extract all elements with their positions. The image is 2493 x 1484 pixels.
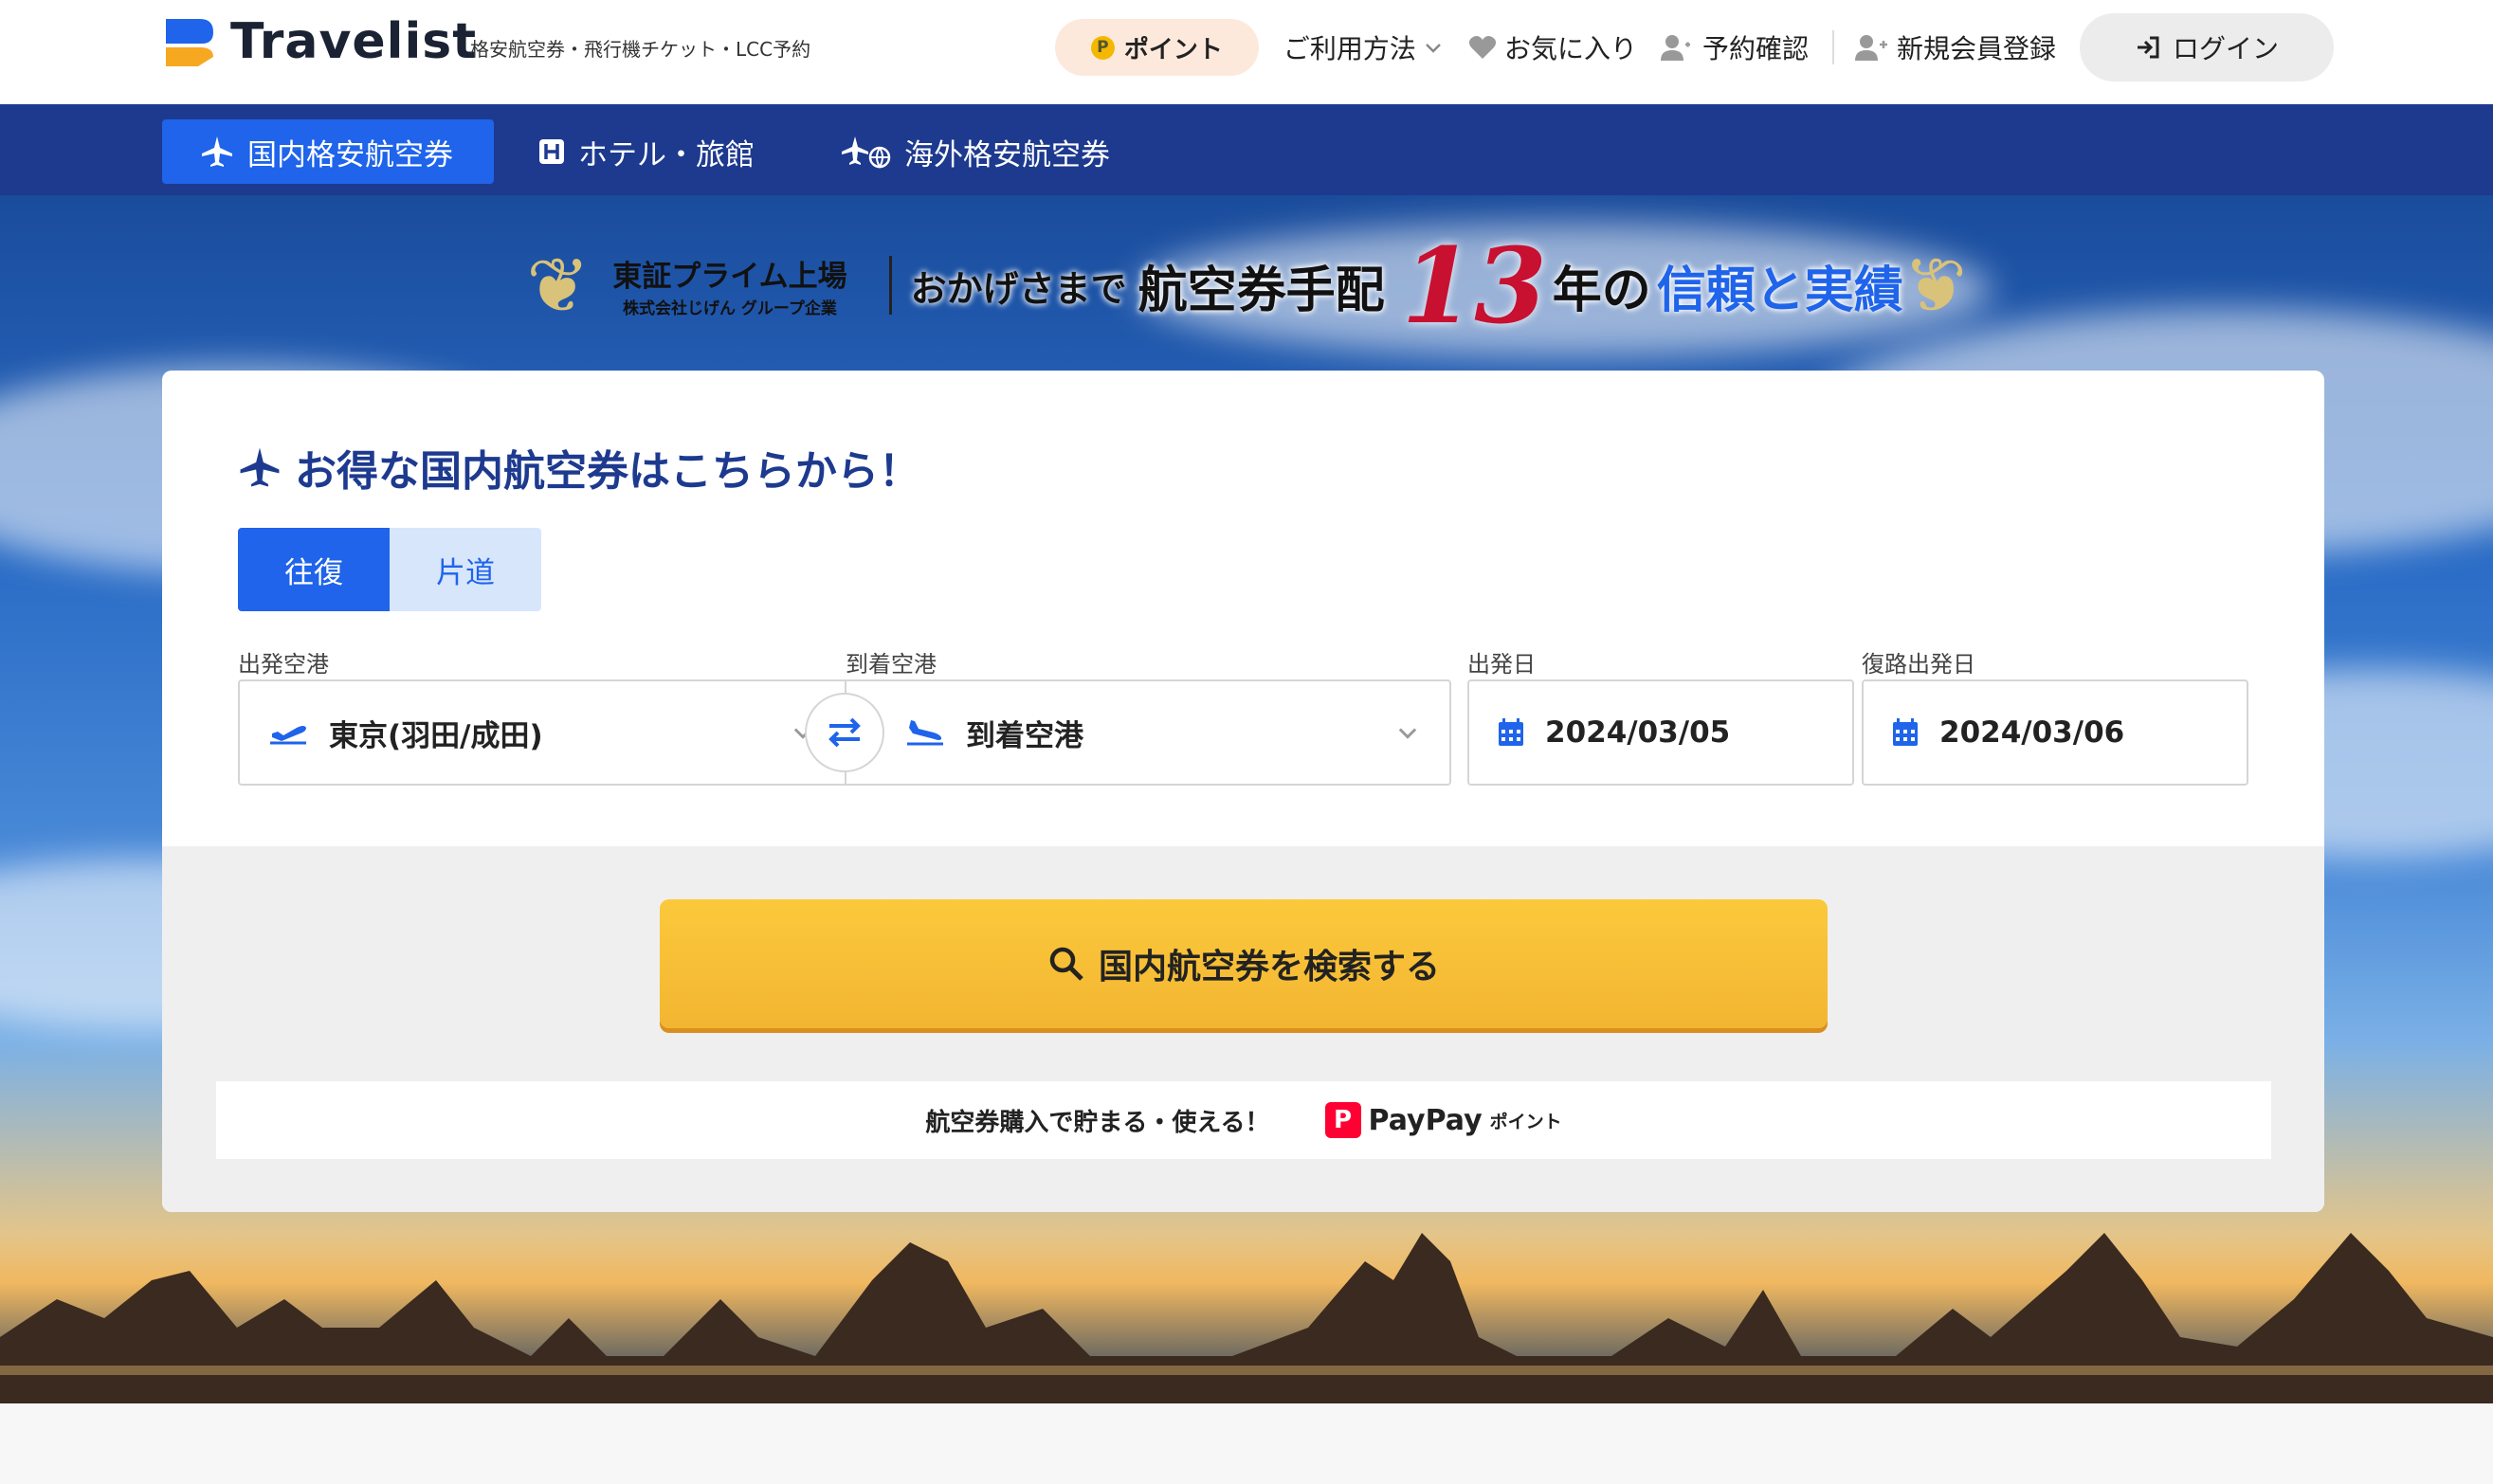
site-logo[interactable]: Travelist (162, 13, 477, 70)
trust-text: 信頼と実績 (1656, 262, 1903, 319)
paypay-sub: ポイント (1489, 1111, 1562, 1132)
round-trip-button[interactable]: 往復 (238, 528, 390, 611)
coastal-rocks-image (0, 1233, 2493, 1403)
usage-menu[interactable]: ご利用方法 (1283, 28, 1445, 66)
arrival-airport-select[interactable]: 到着空港 (845, 679, 1451, 786)
search-title: お得な国内航空券はこちらから！ (295, 447, 920, 496)
arrival-airport-value: 到着空港 (966, 718, 1083, 753)
user-check-icon (1660, 35, 1690, 61)
favorites-link[interactable]: お気に入り (1468, 28, 1637, 66)
depart-date-label: 出発日 (1467, 651, 1536, 678)
login-icon (2137, 36, 2159, 59)
login-button[interactable]: ログイン (2079, 13, 2334, 81)
login-label: ログイン (2172, 33, 2279, 64)
user-plus-icon (1854, 35, 1887, 61)
tab-label: 海外格安航空券 (904, 137, 1110, 172)
booking-label: 予約確認 (1701, 33, 1809, 64)
plane-globe-icon (842, 136, 891, 169)
depart-date-value: 2024/03/05 (1545, 715, 1731, 750)
return-date-label: 復路出発日 (1862, 651, 1975, 678)
point-button[interactable]: P ポイント (1054, 19, 1259, 76)
departure-airport-value: 東京(羽田/成田) (329, 718, 543, 753)
company-text: 株式会社じげん グループ企業 (622, 299, 837, 318)
favorites-label: お気に入り (1503, 33, 1637, 64)
brand-name: Travelist (230, 13, 478, 70)
return-date-input[interactable]: 2024/03/06 (1862, 679, 2248, 786)
arrival-airport-label: 到着空港 (846, 651, 937, 678)
chevron-down-icon (1398, 728, 1417, 739)
heart-icon (1468, 36, 1497, 59)
point-coin-icon: P (1090, 35, 1115, 60)
search-actions-area: 国内航空券を検索する 航空券購入で貯まる・使える！ P PayPay ポイント (162, 846, 2324, 1212)
tab-domestic-flights[interactable]: 国内格安航空券 (162, 119, 494, 184)
category-nav: 国内格安航空券 ホテル・旅館 海外格安航空券 (0, 104, 2493, 195)
depart-date-input[interactable]: 2024/03/05 (1467, 679, 1854, 786)
one-way-button[interactable]: 片道 (390, 528, 541, 611)
logo-icon (162, 15, 216, 69)
plane-takeoff-icon (270, 726, 306, 745)
laurel-right-icon: ❦ (1902, 241, 1967, 330)
calendar-icon (1499, 718, 1523, 746)
swap-airports-button[interactable] (805, 693, 884, 772)
arrangement-text: 航空券手配 (1137, 262, 1385, 319)
listing-badge: 東証プライム上場 株式会社じげん グループ企業 (612, 252, 846, 318)
header-divider (1831, 30, 1834, 64)
plane-icon (202, 136, 232, 167)
paypay-brand: PayPay (1368, 1103, 1483, 1137)
trust-banner: ❦ 東証プライム上場 株式会社じげん グループ企業 おかげさまで 航空券手配 1… (526, 224, 1967, 347)
tab-hotels[interactable]: ホテル・旅館 (500, 119, 792, 184)
search-flights-button[interactable]: 国内航空券を検索する (660, 899, 1828, 1028)
paypay-logo: P PayPay ポイント (1324, 1102, 1562, 1138)
point-label: ポイント (1123, 35, 1223, 64)
search-icon (1049, 947, 1083, 981)
departure-airport-select[interactable]: 東京(羽田/成田) (238, 679, 845, 786)
booking-check-link[interactable]: 予約確認 (1660, 28, 1809, 66)
tab-label: 国内格安航空券 (247, 137, 453, 172)
tab-international-flights[interactable]: 海外格安航空券 (804, 119, 1148, 184)
search-button-label: 国内航空券を検索する (1098, 948, 1440, 986)
trip-type-toggle: 往復 片道 (238, 528, 541, 611)
plane-landing-icon (907, 720, 943, 746)
chevron-down-icon (1426, 44, 1441, 53)
hotel-icon (539, 139, 564, 164)
calendar-icon (1893, 718, 1918, 746)
departure-airport-label: 出発空港 (238, 651, 329, 678)
thanks-text: おかげさまで (910, 267, 1127, 310)
swap-icon (828, 717, 861, 748)
register-label: 新規会員登録 (1896, 33, 2056, 64)
return-date-value: 2024/03/06 (1939, 715, 2125, 750)
year-suffix-text: 年の (1552, 262, 1651, 319)
plane-icon (240, 447, 280, 487)
site-header: Travelist 格安航空券・飛行機チケット・LCC予約 P ポイント ご利用… (0, 0, 2493, 104)
register-link[interactable]: 新規会員登録 (1854, 28, 2056, 66)
search-heading: お得な国内航空券はこちらから！ (238, 437, 920, 498)
flight-search-card: お得な国内航空券はこちらから！ 往復 片道 出発空港 東京(羽田/成田) 到着空… (162, 371, 2324, 1212)
laurel-left-icon: ❦ (526, 241, 591, 330)
header-nav: P ポイント ご利用方法 お気に入り 予約確認 新規会員登録 ログイン (1054, 13, 2334, 81)
tab-label: ホテル・旅館 (578, 137, 755, 172)
years-number: 13 (1401, 224, 1547, 347)
paypay-promo-text: 航空券購入で貯まる・使える！ (925, 1108, 1270, 1137)
usage-label: ご利用方法 (1283, 33, 1416, 64)
site-tagline: 格安航空券・飛行機チケット・LCC予約 (470, 38, 811, 61)
listing-text: 東証プライム上場 (612, 260, 847, 294)
banner-divider (888, 256, 892, 315)
paypay-promo[interactable]: 航空券購入で貯まる・使える！ P PayPay ポイント (216, 1081, 2271, 1159)
paypay-icon: P (1324, 1102, 1361, 1138)
